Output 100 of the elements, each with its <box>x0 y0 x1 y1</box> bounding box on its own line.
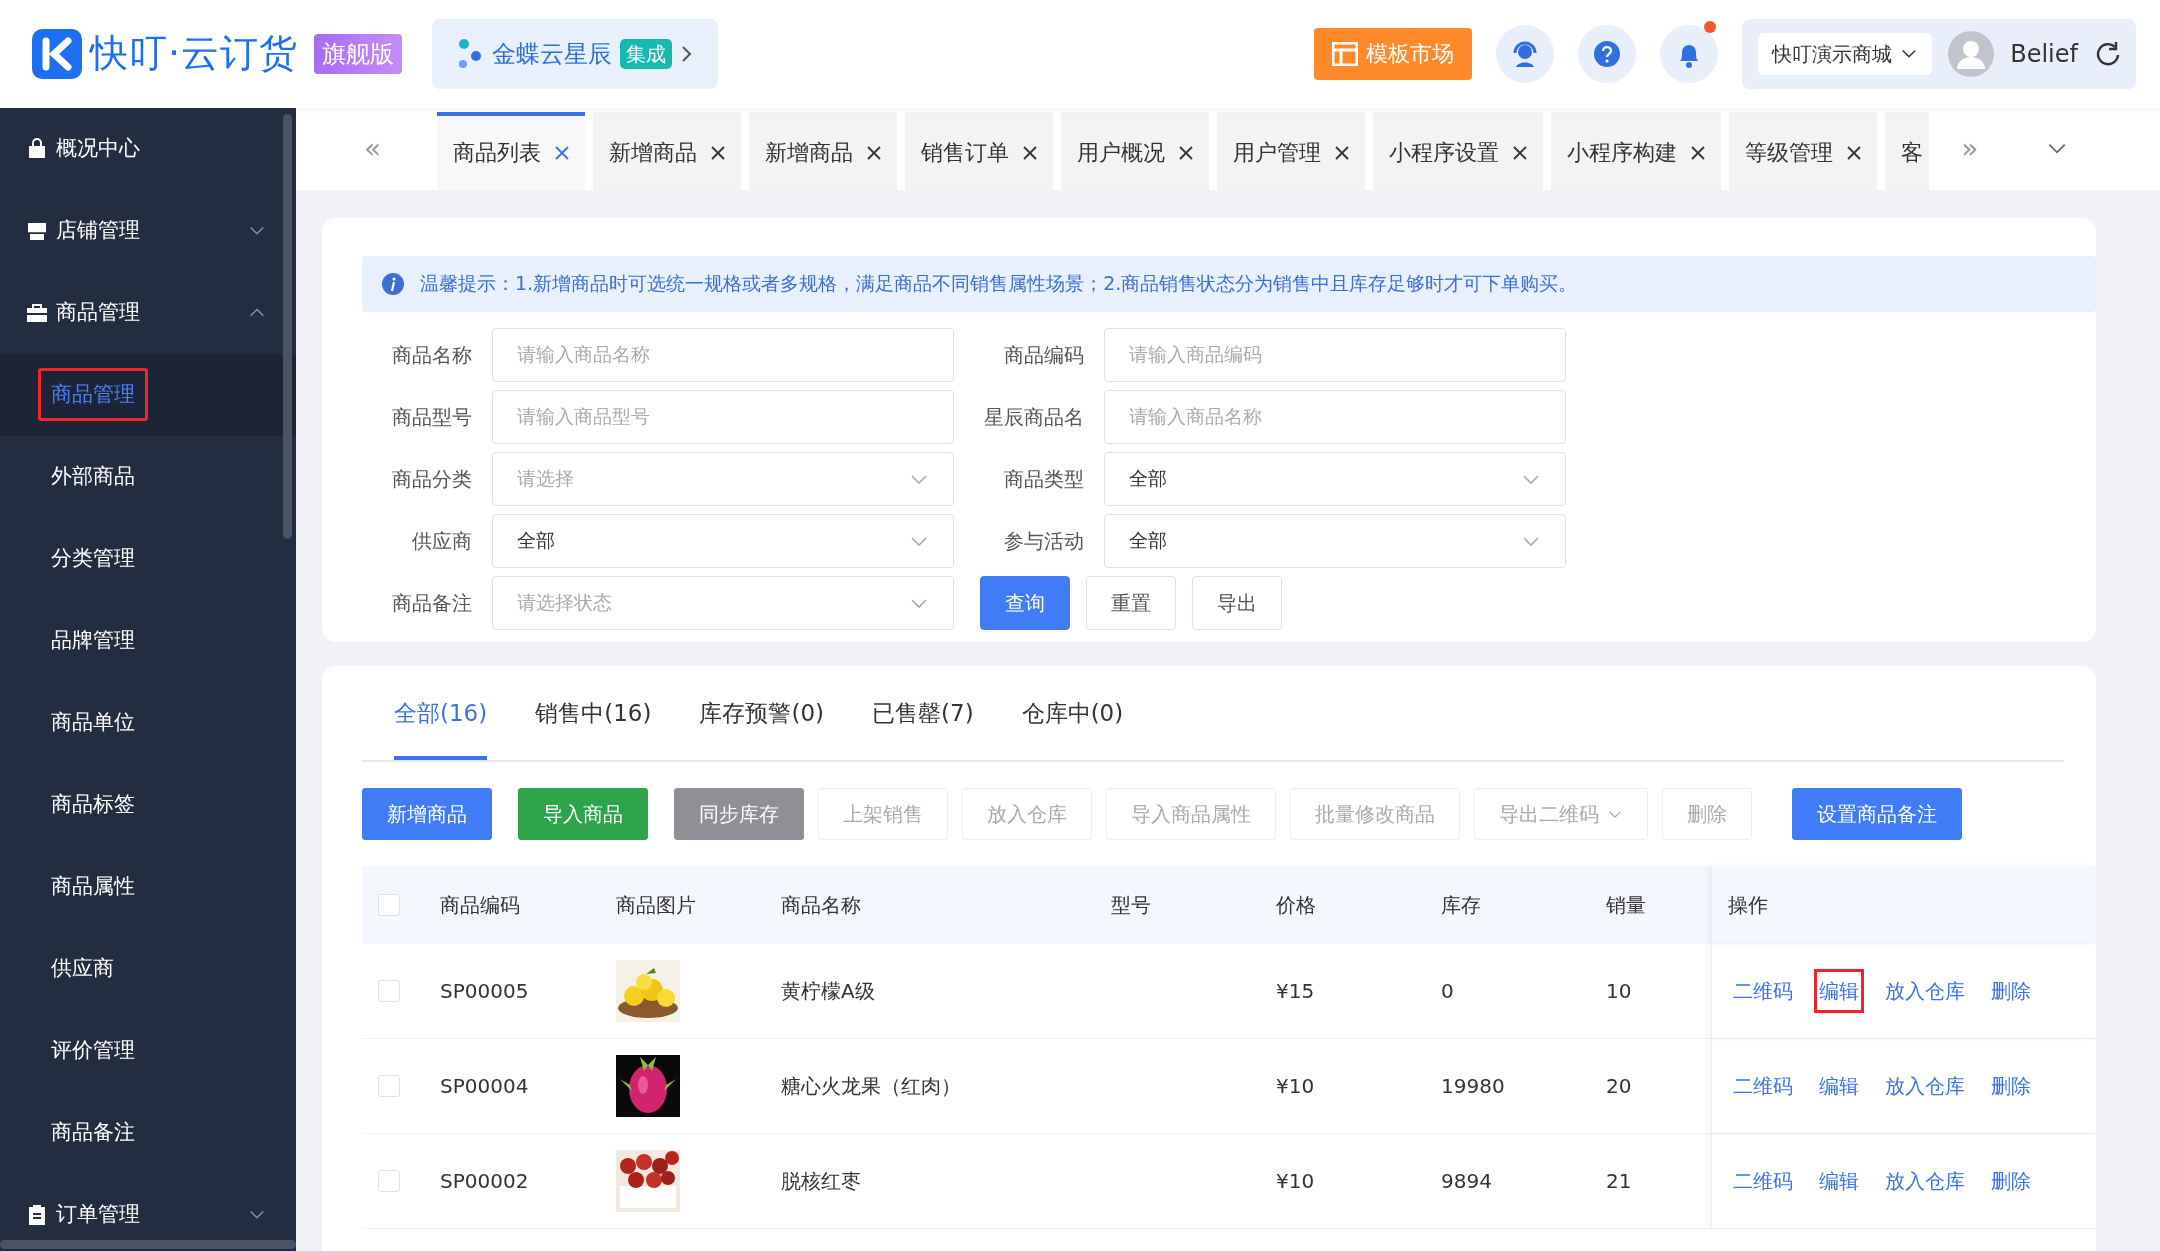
select-field[interactable]: 请选择状态 <box>492 575 954 630</box>
toolbar-button[interactable]: 导入商品 <box>518 788 648 841</box>
checkbox[interactable] <box>378 1075 400 1098</box>
template-market-button[interactable]: 模板市场 <box>1314 27 1473 80</box>
column-header: 商品名称 <box>781 893 861 918</box>
table-cell: SP00004 <box>440 1074 529 1099</box>
scroll-left-button[interactable]: « <box>316 127 430 170</box>
page-tab[interactable]: 等级管理 <box>1729 111 1878 190</box>
input-field[interactable]: 请输入商品名称 <box>492 327 954 382</box>
action-link[interactable]: 删除 <box>1986 969 2036 1014</box>
close-icon <box>1513 145 1528 160</box>
sidebar-subitem[interactable]: 供应商 <box>0 927 296 1010</box>
page-tab[interactable]: 小程序设置 <box>1373 111 1544 190</box>
table-cell: SP00005 <box>440 979 529 1004</box>
integration-banner[interactable]: 金蝶云星辰 集成 <box>432 18 719 89</box>
action-link[interactable]: 放入仓库 <box>1880 1159 1970 1204</box>
page-tab[interactable]: 新增商品 <box>749 111 898 190</box>
info-icon <box>382 272 404 295</box>
sidebar-subitem[interactable]: 商品单位 <box>0 681 296 764</box>
status-tab[interactable]: 库存预警(0) <box>699 695 825 761</box>
close-icon <box>1691 145 1706 160</box>
sidebar-item[interactable]: 概况中心 <box>0 107 296 190</box>
sidebar-subitem[interactable]: 品牌管理 <box>0 599 296 682</box>
edition-badge: 旗舰版 <box>314 33 403 74</box>
table-cell: 10 <box>1606 979 1632 1004</box>
toolbar-button[interactable]: 设置商品备注 <box>1792 788 1962 841</box>
select-field[interactable]: 全部 <box>1104 513 1566 568</box>
column-header: 型号 <box>1111 893 1151 918</box>
table-cell: ¥10 <box>1276 1169 1315 1194</box>
status-tab[interactable]: 销售中(16) <box>535 695 652 761</box>
notice-text: 温馨提示：1.新增商品时可选统一规格或者多规格，满足商品不同销售属性场景；2.商品销售状态分为销售中且库存足够时才可下单购买。 <box>420 271 1578 297</box>
sidebar-subitem[interactable]: 商品标签 <box>0 763 296 846</box>
column-header: 库存 <box>1441 893 1481 918</box>
toolbar-button[interactable]: 同步库存 <box>674 788 804 841</box>
close-icon <box>555 145 570 160</box>
page-tab[interactable]: 新增商品 <box>593 111 742 190</box>
action-link[interactable]: 放入仓库 <box>1880 1064 1970 1109</box>
close-icon <box>711 145 726 160</box>
status-tab[interactable]: 全部(16) <box>394 695 488 761</box>
field-label: 商品备注 <box>391 589 473 617</box>
action-link[interactable]: 二维码 <box>1728 1064 1798 1109</box>
table-cell: 19980 <box>1441 1074 1505 1099</box>
sidebar-subitem[interactable]: 外部商品 <box>0 435 296 518</box>
action-link[interactable]: 编辑 <box>1814 1064 1864 1109</box>
action-link[interactable]: 二维码 <box>1728 1159 1798 1204</box>
logo-icon <box>32 28 82 79</box>
toolbar-button[interactable]: 新增商品 <box>362 788 492 841</box>
input-field[interactable]: 请输入商品名称 <box>1104 389 1566 444</box>
scroll-right-button[interactable]: » <box>1937 127 2003 170</box>
close-icon <box>1023 145 1038 160</box>
status-tab[interactable]: 仓库中(0) <box>1021 695 1124 761</box>
sidebar-subitem[interactable]: 评价管理 <box>0 1009 296 1092</box>
sidebar-item[interactable]: 订单管理 <box>0 1173 296 1251</box>
sidebar-subitem[interactable]: 商品备注 <box>0 1091 296 1174</box>
sidebar-item[interactable]: 店铺管理 <box>0 189 296 272</box>
filter-button[interactable]: 查询 <box>980 575 1070 630</box>
scrollbar[interactable] <box>0 1240 296 1249</box>
action-link[interactable]: 二维码 <box>1728 969 1798 1014</box>
page-tab[interactable]: 商品列表 <box>437 111 586 190</box>
page-tab[interactable]: 用户概况 <box>1061 111 1210 190</box>
select-field[interactable]: 全部 <box>1104 451 1566 506</box>
close-icon <box>1335 145 1350 160</box>
action-link[interactable]: 删除 <box>1986 1064 2036 1109</box>
page-tab[interactable]: 销售订单 <box>905 111 1054 190</box>
checkbox[interactable] <box>378 1170 400 1193</box>
checkbox[interactable] <box>378 894 400 917</box>
filter-button[interactable]: 重置 <box>1086 575 1176 630</box>
action-link[interactable]: 放入仓库 <box>1880 969 1970 1014</box>
close-icon <box>1179 145 1194 160</box>
action-link[interactable]: 编辑 <box>1814 969 1864 1014</box>
column-header: 价格 <box>1276 893 1316 918</box>
table-cell: ¥15 <box>1276 979 1315 1004</box>
column-header: 销量 <box>1606 893 1646 918</box>
shop-select[interactable]: 快叮演示商城 <box>1758 32 1933 75</box>
page-tab[interactable]: 用户管理 <box>1217 111 1366 190</box>
close-icon <box>1847 145 1862 160</box>
page-tab[interactable]: 小程序构建 <box>1551 111 1722 190</box>
status-tab[interactable]: 已售罄(7) <box>872 695 974 761</box>
column-header: 商品编码 <box>440 893 520 918</box>
input-field[interactable]: 请输入商品型号 <box>492 389 954 444</box>
checkbox[interactable] <box>378 980 400 1003</box>
table-cell: 0 <box>1441 979 1454 1004</box>
action-link[interactable]: 编辑 <box>1814 1159 1864 1204</box>
action-link[interactable]: 删除 <box>1986 1159 2036 1204</box>
sidebar-subitem[interactable]: 分类管理 <box>0 517 296 600</box>
template-icon <box>1332 41 1359 66</box>
sidebar-item[interactable]: 商品管理 <box>0 271 296 354</box>
field-label: 星辰商品名 <box>983 403 1085 431</box>
scrollbar[interactable] <box>283 113 292 539</box>
toolbar-button[interactable]: 导出二维码 <box>1474 788 1648 841</box>
sidebar-subitem[interactable]: 商品管理 <box>0 353 296 436</box>
clipboard-icon <box>26 1203 48 1226</box>
sidebar-subitem[interactable]: 商品属性 <box>0 845 296 928</box>
page-tab[interactable]: 客 <box>1885 111 1930 190</box>
field-label: 参与活动 <box>1003 527 1085 555</box>
select-field[interactable]: 全部 <box>492 513 954 568</box>
filter-button[interactable]: 导出 <box>1192 575 1282 630</box>
select-field[interactable]: 请选择 <box>492 451 954 506</box>
field-label: 供应商 <box>411 527 473 555</box>
input-field[interactable]: 请输入商品编码 <box>1104 327 1566 382</box>
